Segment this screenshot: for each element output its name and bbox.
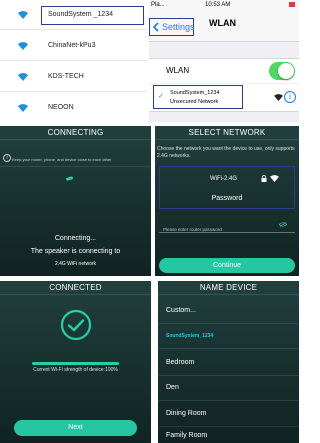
screen-title: CONNECTED (0, 281, 151, 295)
name-option-family-room[interactable]: Family Room (166, 432, 207, 439)
wifi-icon (18, 42, 28, 50)
divider (0, 166, 151, 167)
selection-highlight (41, 6, 144, 25)
password-field[interactable] (159, 218, 295, 237)
continue-button[interactable]: Continue (159, 258, 295, 273)
info-icon: i (3, 154, 11, 162)
connecting-status: Connecting... (54, 235, 97, 242)
select-network-panel: SELECT NETWORK Choose the network you wa… (155, 126, 299, 276)
wlan-label: WLAN (166, 66, 190, 75)
tip-text: Keep your router, phone, and device clos… (12, 157, 112, 162)
connected-network-row[interactable]: ✓ SoundSystem_1234 Unsecured Network i (149, 84, 299, 112)
back-label: Settings (162, 22, 195, 32)
screen-title: SELECT NETWORK (155, 126, 299, 140)
chevron-left-icon (152, 22, 159, 32)
divider (158, 375, 299, 376)
next-button[interactable]: Next (14, 420, 137, 436)
name-device-panel: NAME DEVICE Custom... SoundSystem_1234 B… (158, 281, 299, 443)
password-label: Password (211, 195, 243, 202)
screen-title: CONNECTING (0, 126, 151, 140)
selection-highlight: WiFi-2.4G Password (159, 166, 295, 209)
wlan-toggle[interactable] (269, 62, 295, 80)
wifi-strength-bar (32, 362, 119, 365)
instructions-text: Choose the network you want the device t… (157, 146, 295, 159)
ios-wlan-panel: Pla... 10:53 AM Settings WLAN WLAN ✓ Sou… (149, 0, 299, 122)
nav-bar: Settings WLAN (149, 10, 299, 42)
success-check-icon (60, 309, 92, 341)
connecting-message: The speaker is connecting to (30, 248, 121, 255)
name-option-custom[interactable]: Custom... (166, 307, 196, 314)
checkmark-icon: ✓ (158, 93, 164, 100)
wifi-icon (18, 11, 28, 19)
selection-highlight: ✓ SoundSystem_1234 Unsecured Network (153, 85, 243, 109)
name-option-bedroom[interactable]: Bedroom (166, 359, 194, 366)
divider (158, 323, 299, 324)
name-option-device[interactable]: SoundSystem_1234 (166, 333, 213, 339)
lock-icon (261, 175, 267, 182)
connecting-panel: CONNECTING i Keep your router, phone, an… (0, 126, 151, 276)
password-input[interactable] (159, 222, 259, 237)
wifi-list-item[interactable]: KDS-TECH (0, 62, 147, 92)
wifi-icon (18, 104, 28, 112)
wifi-list-item[interactable]: ChinaNet-kPu3 (0, 31, 147, 61)
wifi-icon (18, 73, 28, 81)
eye-icon[interactable] (279, 222, 287, 227)
loading-spinner-icon (65, 176, 74, 181)
status-bar: Pla... 10:53 AM (149, 0, 299, 10)
status-time: 10:53 AM (205, 2, 231, 8)
status-carrier: Pla... (151, 2, 165, 8)
screen-title: NAME DEVICE (158, 281, 299, 295)
wifi-list-item[interactable]: NEOON (0, 93, 147, 122)
wifi-list-panel: SoundSystem _1234 ChinaNet-kPu3 KDS-TECH… (0, 0, 147, 122)
name-option-dining-room[interactable]: Dining Room (166, 410, 206, 417)
info-button[interactable]: i (284, 91, 296, 103)
page-title: WLAN (209, 18, 236, 28)
wifi-name: NEOON (48, 104, 74, 111)
network-band[interactable]: WiFi-2.4G (210, 176, 237, 182)
wifi-strength-text: Current Wi-Fi strength of device:100% (33, 367, 118, 373)
wifi-name: ChinaNet-kPu3 (48, 42, 96, 49)
name-option-den[interactable]: Den (166, 384, 179, 391)
divider (158, 348, 299, 349)
wifi-name: KDS-TECH (48, 73, 84, 80)
network-name: SoundSystem_1234 (170, 90, 220, 96)
connecting-network-band: 2.4G WiFi network (54, 261, 97, 267)
wifi-icon (270, 175, 279, 182)
divider (158, 426, 299, 427)
network-security: Unsecured Network (170, 99, 219, 105)
battery-icon (289, 2, 295, 7)
connected-panel: CONNECTED Current Wi-Fi strength of devi… (0, 281, 151, 443)
wifi-icon (274, 94, 283, 101)
wlan-toggle-row: WLAN (149, 58, 299, 83)
toggle-knob (278, 63, 294, 79)
divider (158, 400, 299, 401)
back-button[interactable]: Settings (149, 18, 195, 36)
